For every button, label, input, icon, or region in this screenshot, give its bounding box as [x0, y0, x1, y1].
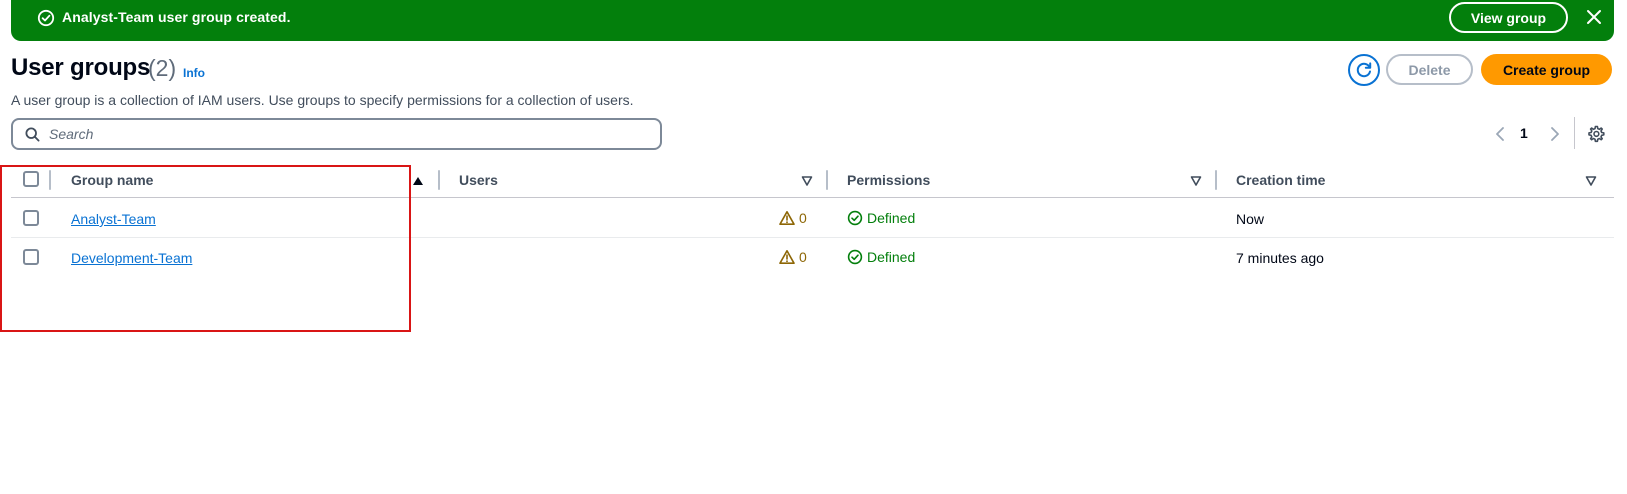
users-cell: 0 [779, 210, 807, 226]
pagination-divider [1574, 117, 1575, 149]
chevron-left-icon[interactable] [1493, 124, 1507, 144]
highlight-box [0, 165, 411, 332]
group-name-link[interactable]: Analyst-Team [71, 211, 156, 227]
sort-icon[interactable] [1585, 175, 1597, 187]
check-circle-icon [847, 249, 863, 265]
users-cell: 0 [779, 249, 807, 265]
column-header-permissions[interactable]: Permissions [847, 172, 930, 188]
permissions-cell: Defined [847, 210, 915, 226]
flash-message: Analyst-Team user group created. [62, 9, 291, 25]
search-field[interactable] [11, 118, 662, 150]
users-count: 0 [799, 210, 807, 226]
row-checkbox[interactable] [23, 210, 39, 226]
row-checkbox[interactable] [23, 249, 39, 265]
column-header-group-name[interactable]: Group name [71, 172, 153, 188]
chevron-right-icon[interactable] [1548, 124, 1562, 144]
column-divider [1215, 170, 1217, 190]
sort-ascending-icon[interactable] [412, 175, 424, 187]
column-divider [49, 170, 51, 190]
page-description: A user group is a collection of IAM user… [11, 92, 634, 108]
close-icon[interactable] [1583, 6, 1605, 28]
group-name-link[interactable]: Development-Team [71, 250, 192, 266]
column-header-creation-time[interactable]: Creation time [1236, 172, 1325, 188]
permissions-status: Defined [867, 249, 916, 265]
info-link[interactable]: Info [183, 66, 205, 80]
page-number-current[interactable]: 1 [1520, 125, 1528, 141]
delete-button[interactable]: Delete [1386, 54, 1473, 85]
column-divider [438, 170, 440, 190]
check-circle-icon [847, 210, 863, 226]
column-header-users[interactable]: Users [459, 172, 498, 188]
gear-icon[interactable] [1587, 125, 1605, 143]
users-count: 0 [799, 249, 807, 265]
create-group-button[interactable]: Create group [1481, 54, 1612, 85]
creation-time-cell: 7 minutes ago [1236, 250, 1324, 266]
refresh-icon [1356, 62, 1372, 78]
sort-icon[interactable] [801, 175, 813, 187]
view-group-button[interactable]: View group [1449, 2, 1568, 33]
success-circle-icon [37, 9, 55, 27]
row-divider [11, 237, 1614, 238]
warning-icon [779, 250, 795, 264]
permissions-status: Defined [867, 210, 916, 226]
warning-icon [779, 211, 795, 225]
refresh-button[interactable] [1348, 54, 1380, 86]
page-title: User groups [11, 54, 151, 81]
group-count: (2) [148, 55, 177, 81]
permissions-cell: Defined [847, 249, 915, 265]
select-all-checkbox[interactable] [23, 171, 39, 187]
creation-time-cell: Now [1236, 211, 1265, 227]
sort-icon[interactable] [1190, 175, 1202, 187]
table-header-divider [11, 197, 1614, 198]
search-icon [25, 127, 40, 142]
column-divider [826, 170, 828, 190]
success-flash-banner: Analyst-Team user group created. View gr… [11, 0, 1614, 41]
search-input[interactable] [49, 123, 649, 145]
